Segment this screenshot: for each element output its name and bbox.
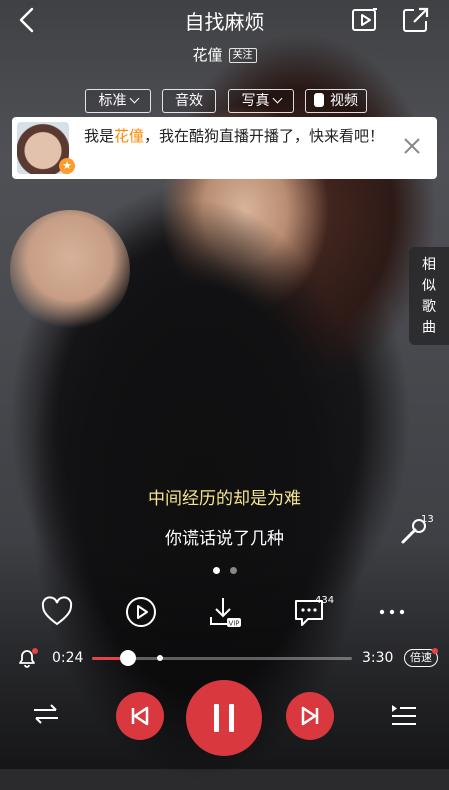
action-bar: VIP xyxy=(0,595,449,631)
playback-controls xyxy=(0,680,449,760)
follow-button[interactable]: 关注 xyxy=(228,48,257,63)
heart-icon[interactable] xyxy=(40,595,74,629)
tab-photo-label: 写真 xyxy=(241,93,270,109)
page-dot xyxy=(229,567,237,574)
chevron-down-icon xyxy=(129,93,139,104)
page-dot-active xyxy=(212,567,220,574)
pause-button[interactable] xyxy=(186,680,262,756)
tab-standard[interactable]: 标准 xyxy=(85,89,151,113)
singer-name[interactable]: 花僮 xyxy=(192,46,222,64)
playlist-icon[interactable] xyxy=(390,702,418,728)
progress-handle[interactable] xyxy=(119,650,136,666)
download-vip-icon[interactable]: VIP xyxy=(208,595,242,629)
song-title: 自找麻烦 xyxy=(184,10,265,34)
star-badge-icon: ★ xyxy=(59,158,75,174)
notification-text-after: ，我在酷狗直播开播了，快来看吧！ xyxy=(144,127,385,145)
similar-char-3: 歌 xyxy=(422,299,436,315)
mv-icon[interactable] xyxy=(351,7,379,33)
similar-songs-button[interactable]: 相 似 歌 曲 xyxy=(409,247,449,345)
share-icon[interactable] xyxy=(402,7,430,33)
pause-icon xyxy=(214,704,234,732)
shuffle-icon[interactable] xyxy=(32,702,60,726)
next-icon xyxy=(301,706,319,726)
tab-video-label: 视频 xyxy=(330,93,358,109)
chevron-down-icon xyxy=(272,93,282,104)
similar-char-4: 曲 xyxy=(422,320,436,336)
play-circle-icon[interactable] xyxy=(124,595,158,629)
tab-standard-label: 标准 xyxy=(98,93,127,109)
previous-button[interactable] xyxy=(116,692,164,740)
svg-text:VIP: VIP xyxy=(228,620,239,628)
current-time: 0:24 xyxy=(52,650,84,666)
more-icon[interactable] xyxy=(375,595,409,629)
tab-sound-effect-label: 音效 xyxy=(175,93,203,109)
progress-row: 0:24 3:30 倍速 xyxy=(0,645,449,673)
close-icon[interactable] xyxy=(403,137,421,155)
karaoke-count: 13 xyxy=(421,514,434,525)
video-toggle-icon xyxy=(314,93,324,107)
lyric-next[interactable]: 你谎话说了几种 xyxy=(0,524,449,549)
lyric-current[interactable]: 中间经历的却是为难 xyxy=(0,484,449,509)
comment-count: 434 xyxy=(315,595,335,606)
buffer-marker xyxy=(156,655,163,661)
mode-tabs: 标准 音效 写真 视频 xyxy=(0,89,449,113)
speed-badge xyxy=(432,648,438,654)
next-button[interactable] xyxy=(286,692,334,740)
similar-char-2: 似 xyxy=(422,278,436,294)
similar-char-1: 相 xyxy=(422,257,436,273)
bell-badge xyxy=(32,648,38,654)
tab-video[interactable]: 视频 xyxy=(305,89,367,113)
singer-row: 花僮 关注 xyxy=(0,44,449,65)
notification-text-before: 我是 xyxy=(84,127,115,145)
tab-photo[interactable]: 写真 xyxy=(228,89,294,113)
top-bar: 自找麻烦 xyxy=(0,0,449,40)
total-time: 3:30 xyxy=(362,650,394,666)
live-notification[interactable]: ★ 我是花僮，我在酷狗直播开播了，快来看吧！ xyxy=(12,117,437,179)
notification-highlight: 花僮 xyxy=(114,127,145,145)
progress-track[interactable] xyxy=(92,650,352,666)
previous-icon xyxy=(131,706,149,726)
notification-message: 我是花僮，我在酷狗直播开播了，快来看吧！ xyxy=(84,124,389,148)
page-indicator xyxy=(0,559,449,578)
tab-sound-effect[interactable]: 音效 xyxy=(162,89,216,113)
